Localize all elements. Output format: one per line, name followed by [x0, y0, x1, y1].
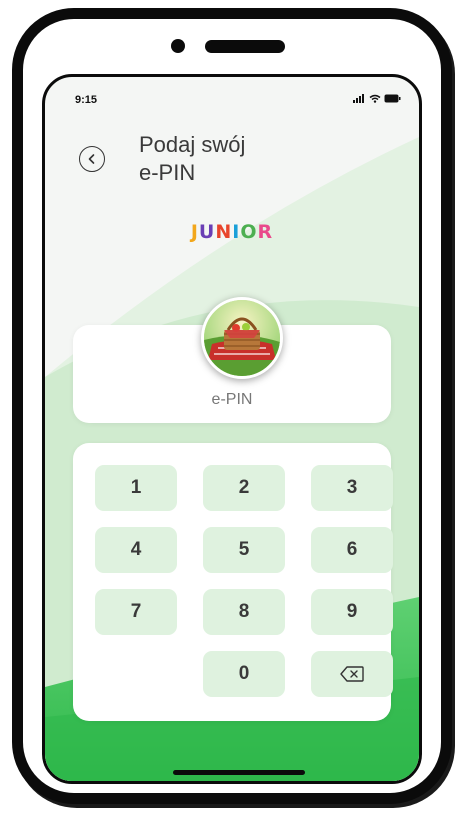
battery-icon	[384, 94, 401, 103]
logo-letter: R	[257, 221, 274, 243]
key-4[interactable]: 4	[95, 527, 177, 573]
key-9[interactable]: 9	[311, 589, 393, 635]
logo-text: JUNIOR	[191, 221, 273, 243]
back-button[interactable]	[79, 146, 105, 172]
avatar	[201, 297, 283, 379]
logo-letter: U	[198, 221, 216, 243]
page-title: Podaj swój e-PIN	[139, 132, 246, 185]
logo-letter: O	[240, 221, 258, 243]
key-2[interactable]: 2	[203, 465, 285, 511]
key-1[interactable]: 1	[95, 465, 177, 511]
speaker-bar	[205, 40, 285, 53]
logo-letter: J	[190, 221, 199, 243]
phone-screen: 9:15 Podaj swój e-PIN JUNIOR e-PIN 1 2 3…	[42, 74, 422, 784]
wifi-icon	[369, 94, 381, 103]
logo-letter: N	[215, 221, 233, 243]
picnic-basket-image	[204, 300, 280, 376]
camera-dot	[171, 39, 185, 53]
key-0[interactable]: 0	[203, 651, 285, 697]
junior-logo: JUNIOR	[45, 221, 419, 243]
chevron-left-icon	[88, 154, 95, 164]
key-8[interactable]: 8	[203, 589, 285, 635]
backspace-icon	[340, 666, 364, 682]
keypad: 1 2 3 4 5 6 7 8 9 0	[73, 443, 393, 721]
status-icons	[353, 94, 401, 103]
status-time: 9:15	[75, 94, 98, 106]
home-indicator[interactable]	[173, 770, 305, 775]
delete-button[interactable]	[311, 651, 393, 697]
phone-frame: 9:15 Podaj swój e-PIN JUNIOR e-PIN 1 2 3…	[12, 8, 452, 804]
pin-field-label: e-PIN	[211, 391, 253, 408]
key-5[interactable]: 5	[203, 527, 285, 573]
key-3[interactable]: 3	[311, 465, 393, 511]
key-6[interactable]: 6	[311, 527, 393, 573]
signal-icon	[353, 94, 364, 103]
key-7[interactable]: 7	[95, 589, 177, 635]
